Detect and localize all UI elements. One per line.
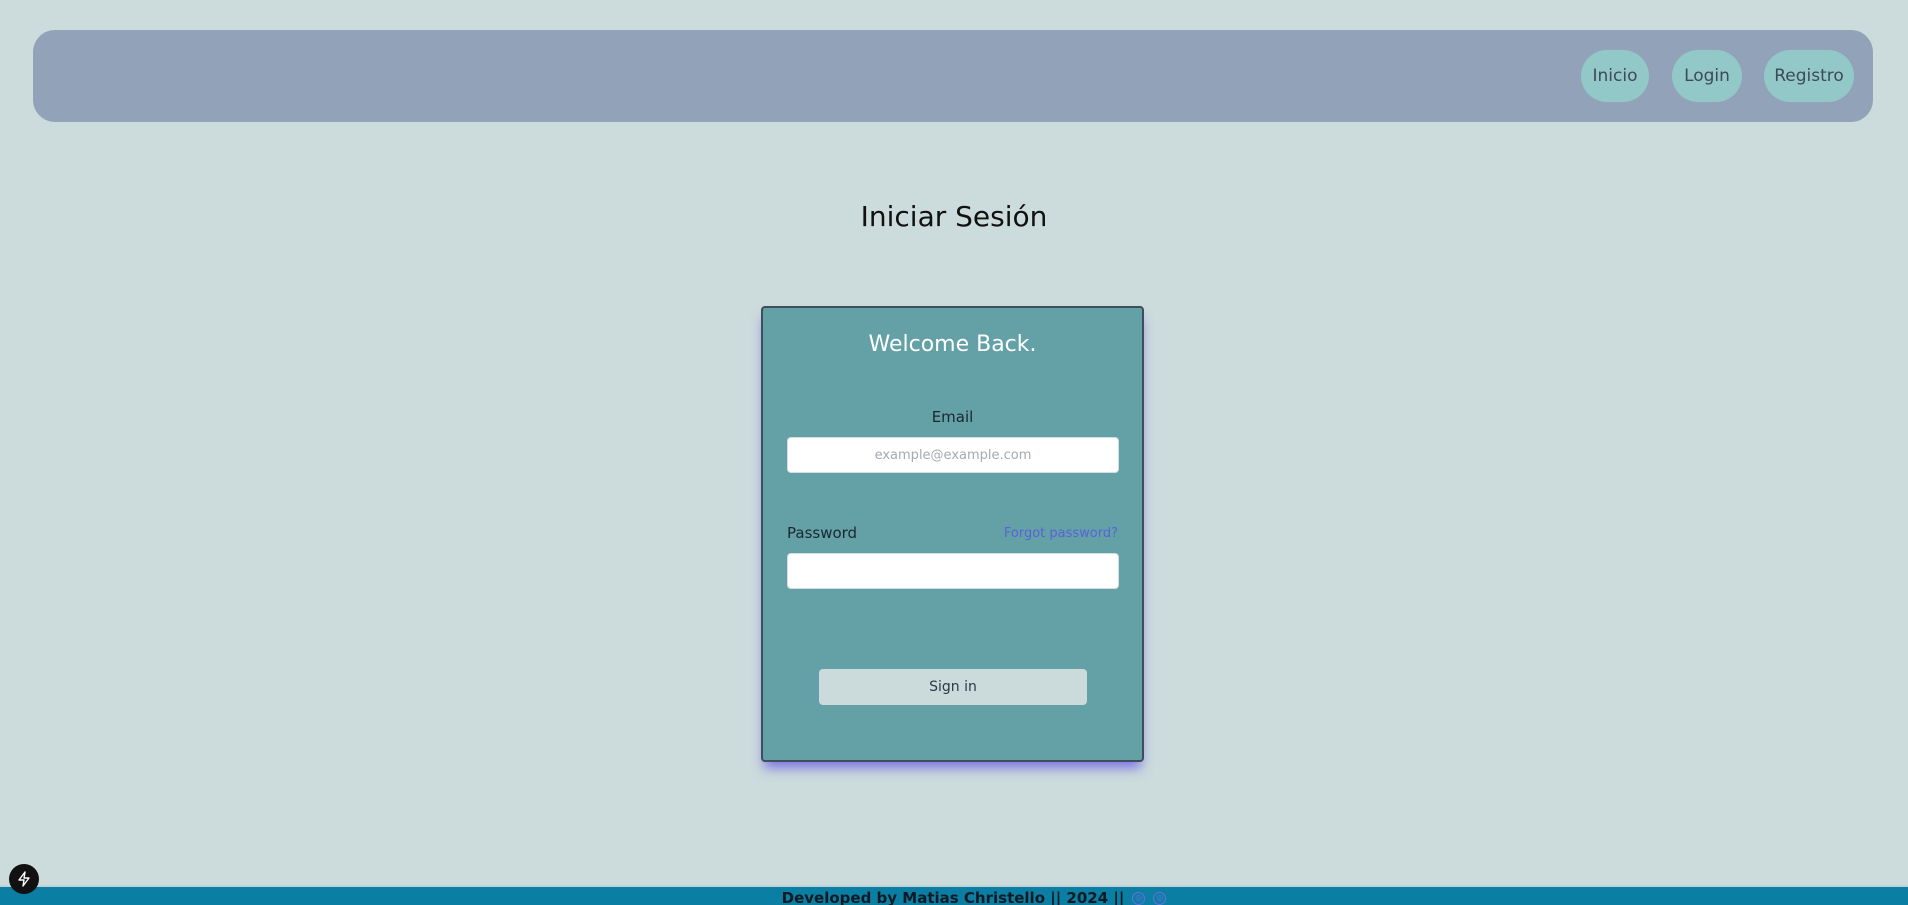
email-input[interactable] xyxy=(787,437,1119,473)
password-input[interactable] xyxy=(787,553,1119,589)
nav-link-registro[interactable]: Registro xyxy=(1764,50,1854,102)
login-card-title: Welcome Back. xyxy=(868,332,1037,357)
password-label: Password xyxy=(787,524,858,542)
login-card: Welcome Back. Email Password Forgot pass… xyxy=(761,306,1144,762)
page-title: Iniciar Sesión xyxy=(860,200,1048,233)
footer: Developed by Matias Christello || 2024 |… xyxy=(0,885,1908,905)
nav-link-inicio[interactable]: Inicio xyxy=(1581,50,1649,102)
forgot-password-link[interactable]: Forgot password? xyxy=(1004,526,1118,541)
page: Inicio Login Registro Iniciar Sesión Wel… xyxy=(0,0,1908,905)
linkedin-icon[interactable]: ◎ xyxy=(1153,892,1167,905)
dev-tools-badge[interactable] xyxy=(9,864,39,894)
nav-link-login[interactable]: Login xyxy=(1672,50,1742,102)
email-label: Email xyxy=(931,408,974,426)
github-icon[interactable]: ◎ xyxy=(1132,892,1146,905)
sign-in-button[interactable]: Sign in xyxy=(819,669,1087,705)
footer-credit: Developed by Matias Christello || 2024 |… xyxy=(781,889,1125,905)
navbar: Inicio Login Registro xyxy=(33,30,1873,122)
lightning-icon xyxy=(18,871,30,887)
